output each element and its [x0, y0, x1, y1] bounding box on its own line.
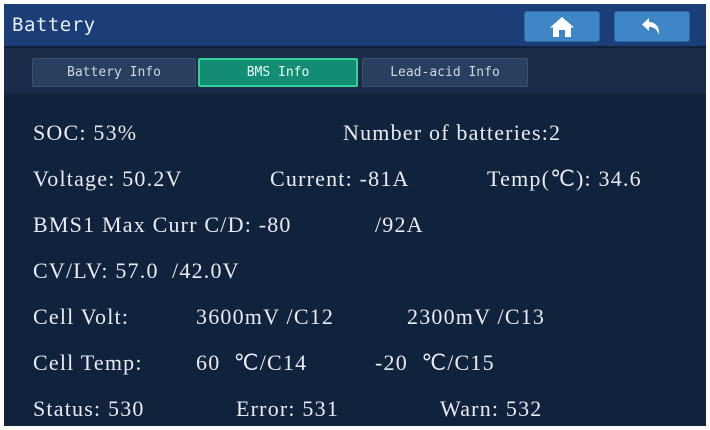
tab-bms-info[interactable]: BMS Info [198, 58, 358, 87]
home-button[interactable] [524, 11, 600, 42]
status-code: Status: 530 [33, 396, 145, 421]
cell-volt-max: 3600mV /C12 [196, 304, 335, 329]
soc-value: SOC: 53% [33, 120, 138, 145]
temperature-value: Temp(℃): 34.6 [487, 166, 642, 191]
page-title: Battery [12, 14, 96, 36]
warn-code: Warn: 532 [440, 396, 543, 421]
cv-lv-value: CV/LV: 57.0 /42.0V [33, 258, 240, 283]
max-current-charge: BMS1 Max Curr C/D: -80 [33, 212, 292, 237]
tab-lead-acid-info[interactable]: Lead-acid Info [362, 58, 528, 87]
battery-screen: Battery Battery Info BMS Info Lead-acid … [4, 4, 706, 426]
cell-temp-label: Cell Temp: [33, 350, 143, 375]
title-bar: Battery [4, 4, 706, 46]
back-button[interactable] [614, 11, 690, 42]
bms-info-panel: SOC: 53% Number of batteries:2 Voltage: … [4, 96, 706, 426]
cell-volt-label: Cell Volt: [33, 304, 130, 329]
current-value: Current: -81A [270, 166, 410, 191]
tab-battery-info[interactable]: Battery Info [32, 58, 196, 87]
error-code: Error: 531 [236, 396, 340, 421]
cell-temp-min: -20 ℃/C15 [375, 350, 495, 375]
voltage-value: Voltage: 50.2V [33, 166, 183, 191]
cell-volt-min: 2300mV /C13 [407, 304, 546, 329]
battery-count: Number of batteries:2 [343, 120, 562, 145]
home-icon [550, 16, 574, 37]
back-arrow-icon [642, 17, 660, 35]
cell-temp-max: 60 ℃/C14 [196, 350, 308, 375]
max-current-discharge: /92A [375, 212, 424, 237]
tab-bar: Battery Info BMS Info Lead-acid Info [4, 48, 706, 94]
